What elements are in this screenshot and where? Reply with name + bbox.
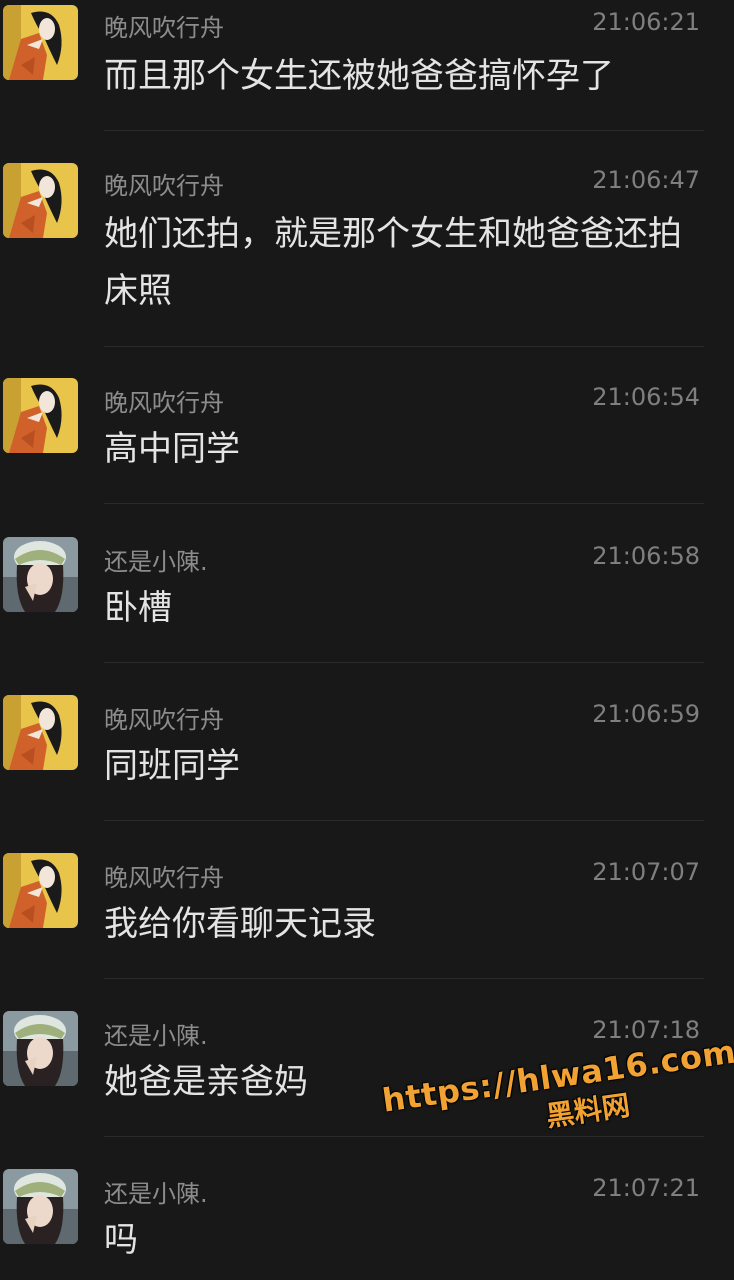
- message-timestamp: 21:07:21: [592, 1174, 700, 1202]
- message-timestamp: 21:06:47: [592, 166, 700, 194]
- message-text: 卧槽: [104, 588, 172, 628]
- message-timestamp: 21:06:54: [592, 383, 700, 411]
- photo-girl-avatar[interactable]: [3, 1011, 78, 1086]
- cartoon-girl-avatar[interactable]: [3, 163, 78, 238]
- message-text: 高中同学: [104, 429, 240, 469]
- sender-name: 晚风吹行舟: [104, 389, 224, 417]
- divider: [104, 820, 704, 821]
- divider: [104, 978, 704, 979]
- message-text: 而且那个女生还被她爸爸搞怀孕了: [104, 56, 614, 96]
- message-timestamp: 21:06:58: [592, 542, 700, 570]
- divider: [104, 662, 704, 663]
- message-text: 我给你看聊天记录: [104, 904, 376, 944]
- cartoon-girl-avatar[interactable]: [3, 378, 78, 453]
- divider: [104, 346, 704, 347]
- sender-name: 晚风吹行舟: [104, 172, 224, 200]
- cartoon-girl-avatar[interactable]: [3, 695, 78, 770]
- photo-girl-avatar[interactable]: [3, 537, 78, 612]
- cartoon-girl-avatar[interactable]: [3, 5, 78, 80]
- message-text: 同班同学: [104, 746, 240, 786]
- sender-name: 晚风吹行舟: [104, 864, 224, 892]
- sender-name: 还是小陳.: [104, 1180, 208, 1208]
- divider: [104, 130, 704, 131]
- sender-name: 还是小陳.: [104, 1022, 208, 1050]
- sender-name: 晚风吹行舟: [104, 14, 224, 42]
- message-text: 她们还拍，就是那个女生和她爸爸还拍床照: [104, 214, 682, 311]
- sender-name: 还是小陳.: [104, 548, 208, 576]
- photo-girl-avatar[interactable]: [3, 1169, 78, 1244]
- divider: [104, 503, 704, 504]
- cartoon-girl-avatar[interactable]: [3, 853, 78, 928]
- message-timestamp: 21:06:59: [592, 700, 700, 728]
- message-timestamp: 21:07:07: [592, 858, 700, 886]
- message-text: 吗: [104, 1220, 138, 1260]
- sender-name: 晚风吹行舟: [104, 706, 224, 734]
- message-timestamp: 21:06:21: [592, 8, 700, 36]
